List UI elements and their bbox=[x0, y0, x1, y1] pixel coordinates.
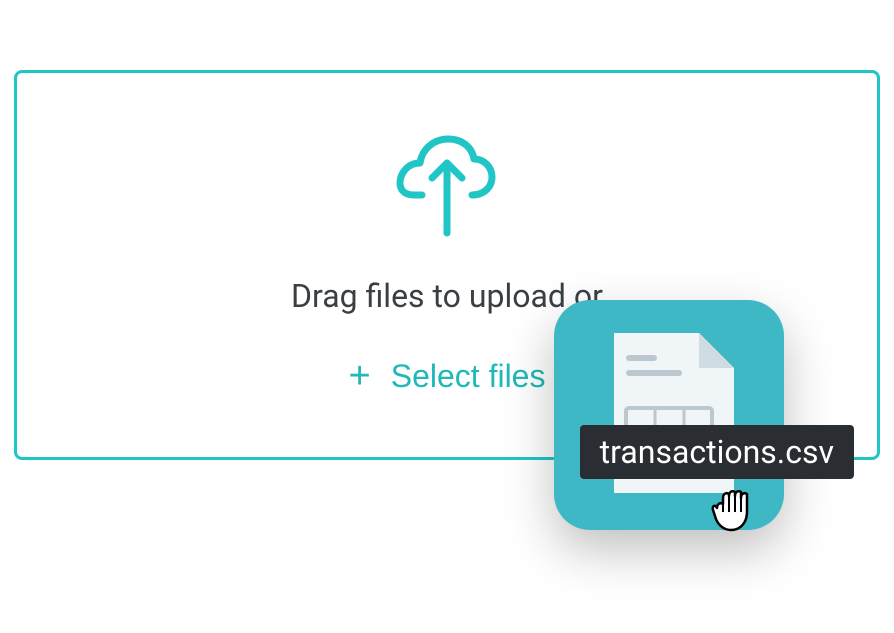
plus-icon: + bbox=[349, 355, 371, 398]
select-files-label: Select files bbox=[391, 358, 546, 395]
dragged-file-name-label: transactions.csv bbox=[580, 425, 854, 479]
cloud-upload-icon bbox=[392, 133, 502, 247]
select-files-button[interactable]: + Select files bbox=[349, 355, 546, 398]
grab-cursor-icon bbox=[709, 490, 764, 539]
dropzone-instruction-text: Drag files to upload or bbox=[291, 277, 603, 315]
